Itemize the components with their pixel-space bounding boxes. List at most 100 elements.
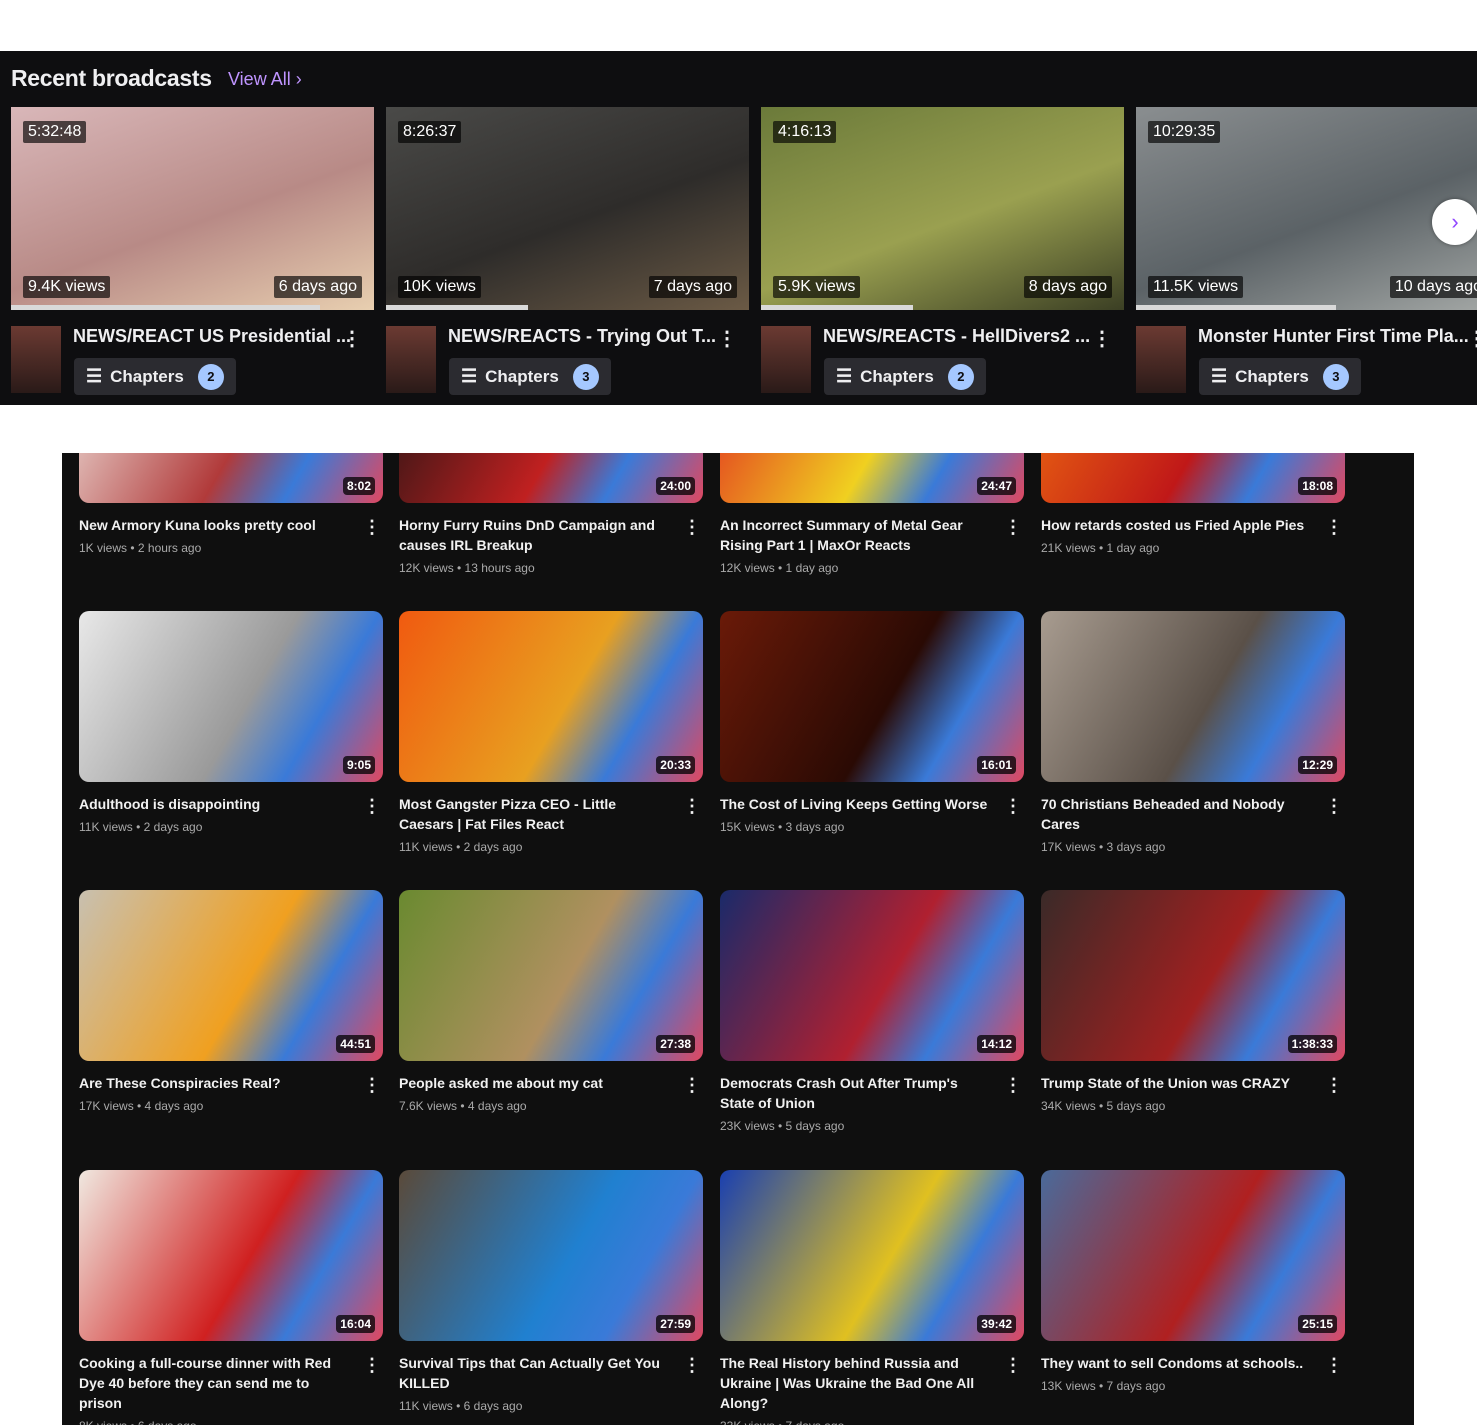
broadcast-title[interactable]: NEWS/REACTS - Trying Out T... xyxy=(448,326,728,347)
video-thumbnail[interactable]: 44:51 xyxy=(79,890,383,1061)
video-title[interactable]: Survival Tips that Can Actually Get You … xyxy=(399,1353,669,1393)
video-title[interactable]: An Incorrect Summary of Metal Gear Risin… xyxy=(720,515,990,555)
video-thumbnail[interactable]: 39:42 xyxy=(720,1170,1024,1341)
video-card[interactable]: 9:05 Adulthood is disappointing 11K views … xyxy=(79,611,383,834)
chapters-button[interactable]: ☰ Chapters 3 xyxy=(449,358,611,395)
video-card[interactable]: 24:47 An Incorrect Summary of Metal Gear … xyxy=(720,453,1024,575)
more-options-icon[interactable]: ⋮ xyxy=(363,517,381,538)
more-options-icon[interactable]: ⋮ xyxy=(1004,1075,1022,1096)
video-title[interactable]: How retards costed us Fried Apple Pies xyxy=(1041,515,1311,535)
video-title[interactable]: Adulthood is disappointing xyxy=(79,794,349,814)
chapters-button[interactable]: ☰ Chapters 2 xyxy=(74,358,236,395)
category-thumbnail[interactable] xyxy=(386,326,436,393)
video-card[interactable]: 44:51 Are These Conspiracies Real? 17K vie… xyxy=(79,890,383,1113)
list-icon: ☰ xyxy=(1211,366,1228,386)
video-thumbnail[interactable]: 24:00 xyxy=(399,453,703,503)
broadcast-title[interactable]: NEWS/REACT US Presidential ... xyxy=(73,326,353,347)
age-badge: 7 days ago xyxy=(648,276,737,298)
broadcast-thumbnail[interactable]: 10:29:35 11.5K views 10 days ago xyxy=(1136,107,1477,310)
more-options-icon[interactable]: ⋮ xyxy=(683,1355,701,1376)
more-options-icon[interactable]: ⋮ xyxy=(1092,326,1112,351)
more-options-icon[interactable]: ⋮ xyxy=(717,326,737,351)
video-thumbnail[interactable]: 27:59 xyxy=(399,1170,703,1341)
video-thumbnail[interactable]: 16:01 xyxy=(720,611,1024,782)
video-card[interactable]: 16:04 Cooking a full-course dinner with R… xyxy=(79,1170,383,1425)
video-card[interactable]: 16:01 The Cost of Living Keeps Getting Wo… xyxy=(720,611,1024,834)
more-options-icon[interactable]: ⋮ xyxy=(363,1355,381,1376)
category-thumbnail[interactable] xyxy=(1136,326,1186,393)
more-options-icon[interactable]: ⋮ xyxy=(1325,1355,1343,1376)
broadcast-card[interactable]: 10:29:35 11.5K views 10 days ago Monster Hu… xyxy=(1136,107,1477,398)
video-card[interactable]: 27:59 Survival Tips that Can Actually Get… xyxy=(399,1170,703,1413)
video-title[interactable]: New Armory Kuna looks pretty cool xyxy=(79,515,349,535)
video-card[interactable]: 20:33 Most Gangster Pizza CEO - Little Ca… xyxy=(399,611,703,854)
video-thumbnail[interactable]: 25:15 xyxy=(1041,1170,1345,1341)
video-thumbnail[interactable]: 1:38:33 xyxy=(1041,890,1345,1061)
video-thumbnail[interactable]: 12:29 xyxy=(1041,611,1345,782)
more-options-icon[interactable]: ⋮ xyxy=(1004,1355,1022,1376)
video-thumbnail[interactable]: 9:05 xyxy=(79,611,383,782)
more-options-icon[interactable]: ⋮ xyxy=(342,326,362,351)
more-options-icon[interactable]: ⋮ xyxy=(1004,796,1022,817)
video-title[interactable]: Democrats Crash Out After Trump's State … xyxy=(720,1073,990,1113)
video-title[interactable]: 70 Christians Beheaded and Nobody Cares xyxy=(1041,794,1311,834)
broadcast-card[interactable]: 4:16:13 5.9K views 8 days ago NEWS/REACTS -… xyxy=(761,107,1124,398)
more-options-icon[interactable]: ⋮ xyxy=(363,796,381,817)
video-card[interactable]: 1:38:33 Trump State of the Union was CRAZ… xyxy=(1041,890,1345,1113)
video-card[interactable]: 39:42 The Real History behind Russia and … xyxy=(720,1170,1024,1425)
watch-progress-bar xyxy=(386,305,528,310)
video-title[interactable]: The Real History behind Russia and Ukrai… xyxy=(720,1353,990,1413)
video-title[interactable]: The Cost of Living Keeps Getting Worse xyxy=(720,794,990,814)
duration-badge: 8:02 xyxy=(342,477,375,495)
age-badge: 6 days ago xyxy=(273,276,362,298)
video-thumbnail[interactable]: 27:38 xyxy=(399,890,703,1061)
video-card[interactable]: 14:12 Democrats Crash Out After Trump's S… xyxy=(720,890,1024,1133)
broadcast-thumbnail[interactable]: 4:16:13 5.9K views 8 days ago xyxy=(761,107,1124,310)
video-title[interactable]: They want to sell Condoms at schools.. xyxy=(1041,1353,1311,1373)
more-options-icon[interactable]: ⋮ xyxy=(1325,1075,1343,1096)
duration-badge: 5:32:48 xyxy=(23,121,87,143)
video-thumbnail[interactable]: 24:47 xyxy=(720,453,1024,503)
broadcast-title[interactable]: Monster Hunter First Time Pla... xyxy=(1198,326,1477,347)
video-thumbnail[interactable]: 14:12 xyxy=(720,890,1024,1061)
video-title[interactable]: Are These Conspiracies Real? xyxy=(79,1073,349,1093)
view-all-link[interactable]: View All › xyxy=(228,69,302,90)
video-title[interactable]: Most Gangster Pizza CEO - Little Caesars… xyxy=(399,794,669,834)
more-options-icon[interactable]: ⋮ xyxy=(683,1075,701,1096)
more-options-icon[interactable]: ⋮ xyxy=(683,796,701,817)
broadcast-thumbnail[interactable]: 8:26:37 10K views 7 days ago xyxy=(386,107,749,310)
more-options-icon[interactable]: ⋮ xyxy=(1325,517,1343,538)
more-options-icon[interactable]: ⋮ xyxy=(683,517,701,538)
broadcast-thumbnail[interactable]: 5:32:48 9.4K views 6 days ago xyxy=(11,107,374,310)
video-thumbnail[interactable]: 20:33 xyxy=(399,611,703,782)
views-badge: 5.9K views xyxy=(773,276,861,298)
video-meta: 12K views • 1 day ago xyxy=(720,561,839,575)
video-card[interactable]: 25:15 They want to sell Condoms at school… xyxy=(1041,1170,1345,1393)
watch-progress-bar xyxy=(11,305,320,310)
chevron-right-icon[interactable]: › xyxy=(1432,199,1477,245)
more-options-icon[interactable]: ⋮ xyxy=(363,1075,381,1096)
broadcast-card[interactable]: 5:32:48 9.4K views 6 days ago NEWS/REACT US… xyxy=(11,107,374,398)
video-card[interactable]: 27:38 People asked me about my cat 7.6K vi… xyxy=(399,890,703,1113)
broadcast-title[interactable]: NEWS/REACTS - HellDivers2 ... xyxy=(823,326,1103,347)
category-thumbnail[interactable] xyxy=(11,326,61,393)
video-thumbnail[interactable]: 8:02 xyxy=(79,453,383,503)
more-options-icon[interactable]: ⋮ xyxy=(1325,796,1343,817)
video-card[interactable]: 8:02 New Armory Kuna looks pretty cool 1K … xyxy=(79,453,383,555)
broadcast-card[interactable]: 8:26:37 10K views 7 days ago NEWS/REACTS - … xyxy=(386,107,749,398)
video-thumbnail[interactable]: 18:08 xyxy=(1041,453,1345,503)
video-title[interactable]: Horny Furry Ruins DnD Campaign and cause… xyxy=(399,515,669,555)
video-card[interactable]: 18:08 How retards costed us Fried Apple P… xyxy=(1041,453,1345,555)
more-options-icon[interactable]: ⋮ xyxy=(1467,326,1477,351)
duration-badge: 9:05 xyxy=(342,756,375,774)
video-title[interactable]: Trump State of the Union was CRAZY xyxy=(1041,1073,1311,1093)
video-card[interactable]: 12:29 70 Christians Beheaded and Nobody C… xyxy=(1041,611,1345,854)
chapters-button[interactable]: ☰ Chapters 2 xyxy=(824,358,986,395)
chapters-button[interactable]: ☰ Chapters 3 xyxy=(1199,358,1361,395)
video-title[interactable]: People asked me about my cat xyxy=(399,1073,669,1093)
video-title[interactable]: Cooking a full-course dinner with Red Dy… xyxy=(79,1353,349,1413)
video-thumbnail[interactable]: 16:04 xyxy=(79,1170,383,1341)
more-options-icon[interactable]: ⋮ xyxy=(1004,517,1022,538)
video-card[interactable]: 24:00 Horny Furry Ruins DnD Campaign and … xyxy=(399,453,703,575)
category-thumbnail[interactable] xyxy=(761,326,811,393)
